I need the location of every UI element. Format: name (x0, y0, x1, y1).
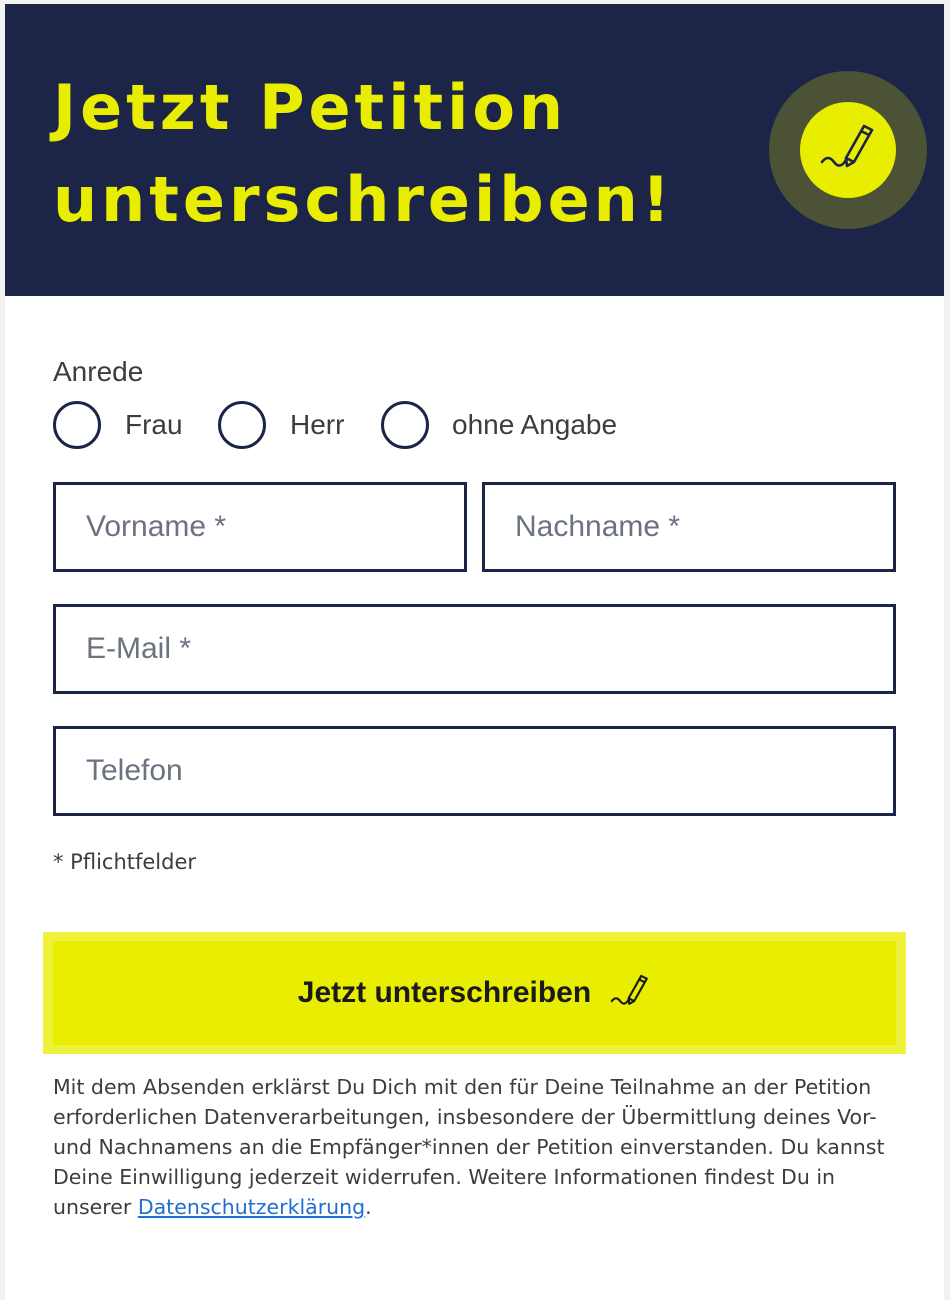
submit-button[interactable]: Jetzt unterschreiben (53, 941, 896, 1045)
radio-frau-circle[interactable] (53, 401, 101, 449)
email-input[interactable] (56, 607, 893, 691)
consent-text: Mit dem Absenden erklärst Du Dich mit de… (53, 1072, 903, 1222)
radio-herr-circle[interactable] (218, 401, 266, 449)
email-field[interactable] (53, 604, 896, 694)
last-name-field[interactable] (482, 482, 896, 572)
first-name-input[interactable] (56, 485, 464, 569)
first-name-field[interactable] (53, 482, 467, 572)
radio-ohne-angabe-circle[interactable] (381, 401, 429, 449)
petition-card: Jetzt Petition unterschreiben! Anrede Fr… (5, 4, 944, 1300)
submit-button-frame: Jetzt unterschreiben (43, 932, 906, 1054)
radio-ohne-angabe[interactable]: ohne Angabe (381, 401, 661, 451)
signature-badge-inner (800, 102, 896, 198)
radio-herr-label[interactable]: Herr (290, 409, 344, 441)
submit-button-label: Jetzt unterschreiben (297, 976, 592, 1009)
privacy-policy-link[interactable]: Datenschutzerklärung (138, 1195, 365, 1219)
radio-ohne-angabe-label[interactable]: ohne Angabe (452, 409, 617, 441)
signature-pen-icon (609, 970, 651, 1017)
radio-frau-label[interactable]: Frau (125, 409, 183, 441)
petition-header: Jetzt Petition unterschreiben! (5, 4, 944, 296)
consent-suffix: . (365, 1195, 372, 1219)
page-title: Jetzt Petition unterschreiben! (53, 71, 675, 236)
last-name-input[interactable] (485, 485, 893, 569)
salutation-label: Anrede (53, 356, 144, 387)
signature-badge (769, 71, 927, 229)
phone-field[interactable] (53, 726, 896, 816)
required-fields-note: * Pflichtfelder (53, 850, 197, 874)
radio-herr[interactable]: Herr (218, 401, 368, 451)
radio-frau[interactable]: Frau (53, 401, 203, 451)
signature-pen-icon (820, 124, 874, 168)
phone-input[interactable] (56, 729, 893, 813)
salutation-radio-group: Frau Herr ohne Angabe (53, 401, 813, 451)
